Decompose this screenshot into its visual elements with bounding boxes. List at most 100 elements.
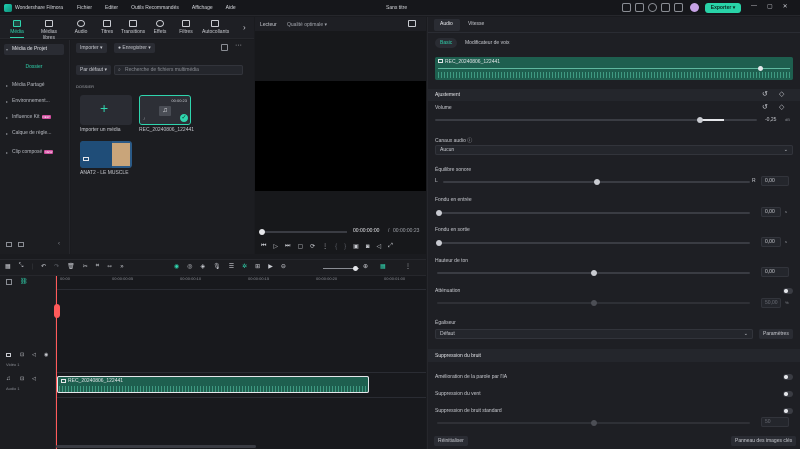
- shield-icon[interactable]: ◈: [201, 263, 206, 270]
- fade-out-slider[interactable]: [436, 240, 750, 246]
- tab-titles[interactable]: Titres: [94, 20, 120, 35]
- mark-in-icon[interactable]: {: [335, 244, 337, 250]
- fade-in-input[interactable]: 0,00: [761, 207, 781, 217]
- menu-item-edit[interactable]: Editer: [105, 5, 118, 11]
- fullscreen-icon[interactable]: ⤢: [388, 243, 393, 250]
- balance-slider[interactable]: [443, 179, 750, 185]
- display-icon[interactable]: ▣: [353, 243, 359, 250]
- collapse-icon[interactable]: ‹: [58, 241, 60, 247]
- layout-icon[interactable]: ▦: [5, 263, 11, 270]
- standard-denoise-toggle[interactable]: [783, 408, 793, 414]
- crop-icon[interactable]: ⌗: [96, 263, 99, 270]
- volume-value[interactable]: -0,25: [765, 117, 776, 123]
- undo-icon[interactable]: ↶: [41, 263, 46, 270]
- folder-icon[interactable]: [635, 3, 644, 12]
- tab-stock-media[interactable]: Médias libres: [36, 20, 62, 41]
- volume-slider[interactable]: [435, 117, 757, 123]
- playhead[interactable]: [56, 276, 57, 449]
- pitch-slider[interactable]: [437, 270, 750, 276]
- ducking-toggle[interactable]: [783, 288, 793, 294]
- lock-icon[interactable]: ⊡: [20, 352, 24, 358]
- gift-icon[interactable]: [661, 3, 670, 12]
- media-item-audio[interactable]: 00:00:23 ♫ ♪ ✓: [139, 95, 191, 125]
- keyframe-panel-button[interactable]: Panneau des images clés: [731, 436, 797, 446]
- layout-icon[interactable]: [674, 3, 683, 12]
- select-icon[interactable]: ⤡: [19, 263, 24, 270]
- link-icon[interactable]: ⛓: [20, 278, 28, 285]
- eye-icon[interactable]: ◉: [44, 352, 48, 358]
- menu-item-view[interactable]: Affichage: [192, 5, 213, 11]
- sidebar-item-influence-kit[interactable]: ▸ Influence Kit NEW: [4, 112, 64, 123]
- redo-icon[interactable]: ↷: [54, 263, 59, 270]
- tab-effects[interactable]: Effets: [147, 20, 173, 35]
- mute-icon[interactable]: ◁: [32, 352, 36, 358]
- subtab-voice-changer[interactable]: Modificateur de voix: [460, 38, 514, 48]
- sidebar-item-project-media[interactable]: ▾ Média de Projet: [4, 44, 64, 55]
- zoom-in-icon[interactable]: ⊕: [363, 263, 368, 270]
- equalizer-settings-button[interactable]: Paramètres: [759, 329, 793, 339]
- media-item-video[interactable]: [80, 141, 132, 168]
- more-tools-icon[interactable]: »: [120, 264, 123, 270]
- snap-icon[interactable]: ◉: [174, 263, 179, 270]
- wind-removal-toggle[interactable]: [783, 391, 793, 397]
- fade-in-knob[interactable]: [436, 210, 442, 216]
- close-icon[interactable]: ✕: [783, 3, 788, 10]
- playhead-handle[interactable]: [54, 304, 60, 318]
- quality-dropdown[interactable]: Qualité optimale ▾: [287, 22, 327, 28]
- audio-clip[interactable]: REC_20240806_122441: [57, 376, 369, 393]
- import-button[interactable]: Importer ▾: [76, 43, 107, 53]
- reset-icon[interactable]: ↺: [762, 103, 768, 111]
- ai-speech-enhance-toggle[interactable]: [783, 374, 793, 380]
- lock-icon[interactable]: ⊡: [20, 376, 24, 382]
- audio-channel-select[interactable]: Aucun ⌄: [435, 145, 793, 155]
- cloud-icon[interactable]: [648, 3, 657, 12]
- previous-frame-icon[interactable]: ⏮: [261, 243, 266, 250]
- volume-icon[interactable]: ◁: [376, 243, 381, 250]
- filter-icon[interactable]: [221, 44, 228, 51]
- pitch-input[interactable]: 0,00: [761, 267, 789, 277]
- playback-scrubber[interactable]: [259, 229, 347, 235]
- more-icon[interactable]: ⋮: [405, 263, 411, 270]
- marker-icon[interactable]: ◎: [187, 263, 192, 270]
- export-button[interactable]: Exporter ▾: [705, 3, 741, 13]
- fade-out-input[interactable]: 0,00: [761, 237, 781, 247]
- tab-audio[interactable]: Audio: [440, 21, 453, 27]
- tab-media[interactable]: Média: [4, 20, 30, 38]
- record-button[interactable]: ● Enregistrer ▾: [114, 43, 155, 53]
- tab-speed[interactable]: Vitesse: [468, 21, 484, 27]
- ai-icon[interactable]: ✲: [242, 263, 247, 270]
- render-icon[interactable]: ▶: [268, 263, 273, 270]
- reset-button[interactable]: Réinitialiser: [434, 436, 468, 446]
- menu-item-help[interactable]: Aide: [226, 5, 236, 11]
- camera-icon[interactable]: ◙: [366, 244, 370, 250]
- microphone-icon[interactable]: 🎙: [213, 263, 221, 270]
- equalizer-select[interactable]: Défaut ⌄: [435, 329, 753, 339]
- zoom-out-icon[interactable]: ⊖: [281, 263, 286, 270]
- sidebar-item-shared-media[interactable]: ▸ Média Partagé: [4, 80, 64, 91]
- pitch-knob[interactable]: [591, 270, 597, 276]
- tab-stickers[interactable]: Autocollants: [202, 20, 229, 35]
- denoise-input[interactable]: 50: [761, 417, 789, 427]
- audio-mix-icon[interactable]: ⊞: [255, 263, 260, 270]
- sidebar-item-adjustment-layer[interactable]: ▸ Calque de règle...: [4, 128, 64, 139]
- sort-dropdown[interactable]: Par défaut ▾: [76, 65, 111, 75]
- more-icon[interactable]: ···: [235, 42, 242, 49]
- balance-input[interactable]: 0,00: [761, 176, 789, 186]
- mute-icon[interactable]: ◁: [32, 376, 36, 382]
- sidebar-item-compound-clip[interactable]: ▸ Clip composé NEW: [4, 147, 64, 158]
- minimize-icon[interactable]: —: [751, 3, 757, 10]
- mark-icon[interactable]: ⋮: [322, 243, 328, 250]
- folder-icon[interactable]: [18, 242, 24, 247]
- keyframe-icon[interactable]: ◇: [779, 90, 784, 98]
- ducking-input[interactable]: 50,00: [761, 298, 781, 308]
- denoise-knob[interactable]: [591, 420, 597, 426]
- text-to-speech-icon[interactable]: ☰: [229, 263, 234, 270]
- tab-transitions[interactable]: Transitions: [120, 20, 146, 35]
- fade-out-knob[interactable]: [436, 240, 442, 246]
- sidebar-item-folder[interactable]: Dossier: [4, 62, 64, 73]
- cut-icon[interactable]: ✂: [83, 263, 88, 270]
- keyframe-icon[interactable]: ◇: [779, 103, 784, 111]
- subtab-basic[interactable]: Basic: [435, 38, 458, 48]
- avatar[interactable]: [690, 3, 699, 12]
- clip-waveform[interactable]: REC_20240806_122441: [435, 57, 793, 80]
